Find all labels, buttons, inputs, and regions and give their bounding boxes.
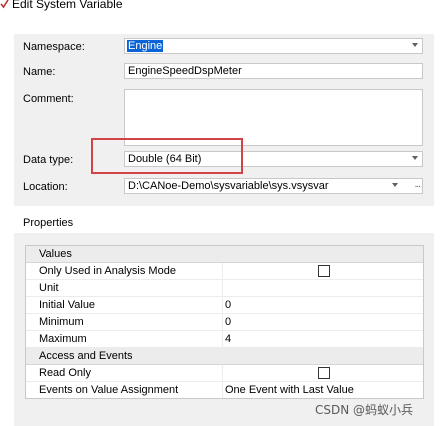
location-label: Location: — [23, 181, 68, 193]
namespace-value: Engine — [127, 40, 164, 52]
namespace-label: Namespace: — [23, 41, 85, 53]
datatype-label: Data type: — [23, 154, 74, 166]
property-value[interactable]: One Event with Last Value — [225, 384, 354, 396]
chevron-down-icon[interactable] — [412, 43, 418, 47]
window-title: Edit System Variable — [12, 0, 123, 11]
title-bar: Edit System Variable — [0, 0, 445, 14]
properties-title: Properties — [23, 217, 74, 229]
property-key: Unit — [39, 282, 59, 294]
annotation-highlight-box — [91, 138, 243, 174]
name-input[interactable]: EngineSpeedDspMeter — [124, 63, 423, 79]
namespace-combobox[interactable]: Engine — [124, 38, 423, 54]
browse-button[interactable]: ... — [415, 179, 421, 190]
name-value: EngineSpeedDspMeter — [128, 65, 242, 77]
property-key: Read Only — [39, 367, 91, 379]
location-combobox[interactable]: D:\CANoe-Demo\sysvariable\sys.vsysvar ..… — [124, 178, 423, 194]
chevron-down-icon[interactable] — [392, 183, 398, 187]
property-key: Initial Value — [39, 299, 96, 311]
read-only-checkbox[interactable] — [318, 367, 330, 379]
property-row[interactable]: Minimum 0 — [26, 314, 423, 331]
check-icon — [0, 0, 9, 9]
analysis-mode-checkbox[interactable] — [318, 265, 330, 277]
property-value[interactable]: 0 — [225, 316, 231, 328]
watermark: CSDN @蚂蚁小兵 — [315, 403, 414, 417]
chevron-down-icon[interactable] — [412, 156, 418, 160]
property-value[interactable]: 0 — [225, 299, 231, 311]
location-value: D:\CANoe-Demo\sysvariable\sys.vsysvar — [128, 180, 329, 192]
property-row[interactable]: Read Only — [26, 365, 423, 382]
property-row[interactable]: Unit — [26, 280, 423, 297]
property-value[interactable]: 4 — [225, 333, 231, 345]
property-row[interactable]: Events on Value Assignment One Event wit… — [26, 382, 423, 399]
section-header-label: Access and Events — [39, 350, 133, 362]
section-header-label: Values — [39, 248, 72, 260]
property-row[interactable]: Initial Value 0 — [26, 297, 423, 314]
property-grid: Values Only Used in Analysis Mode Unit I… — [25, 245, 424, 399]
property-key: Only Used in Analysis Mode — [39, 265, 176, 277]
property-key: Maximum — [39, 333, 87, 345]
section-header-access-events[interactable]: Access and Events — [26, 348, 423, 365]
comment-label: Comment: — [23, 93, 74, 105]
property-key: Minimum — [39, 316, 84, 328]
property-key: Events on Value Assignment — [39, 384, 179, 396]
property-row[interactable]: Only Used in Analysis Mode — [26, 263, 423, 280]
section-header-values[interactable]: Values — [26, 246, 423, 263]
property-row[interactable]: Maximum 4 — [26, 331, 423, 348]
name-label: Name: — [23, 66, 56, 78]
